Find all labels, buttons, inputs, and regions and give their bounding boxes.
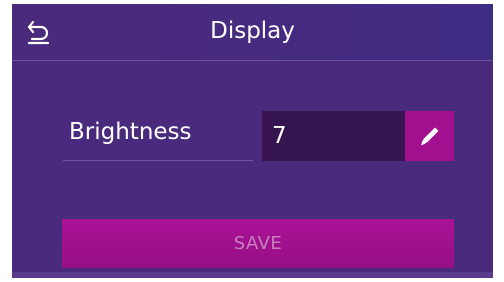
display-settings-screen: Display Brightness 7 SAVE xyxy=(12,4,493,278)
page-title: Display xyxy=(210,18,295,44)
pencil-icon xyxy=(421,127,439,146)
label-underline xyxy=(63,160,253,161)
save-button[interactable]: SAVE xyxy=(62,219,454,268)
header-divider xyxy=(12,60,493,61)
brightness-label: Brightness xyxy=(69,119,192,145)
header-bar: Display xyxy=(12,4,493,60)
brightness-value-field[interactable]: 7 xyxy=(262,111,405,161)
edit-brightness-button[interactable] xyxy=(405,111,454,161)
bottom-edge xyxy=(12,272,493,278)
brightness-value: 7 xyxy=(272,123,287,149)
